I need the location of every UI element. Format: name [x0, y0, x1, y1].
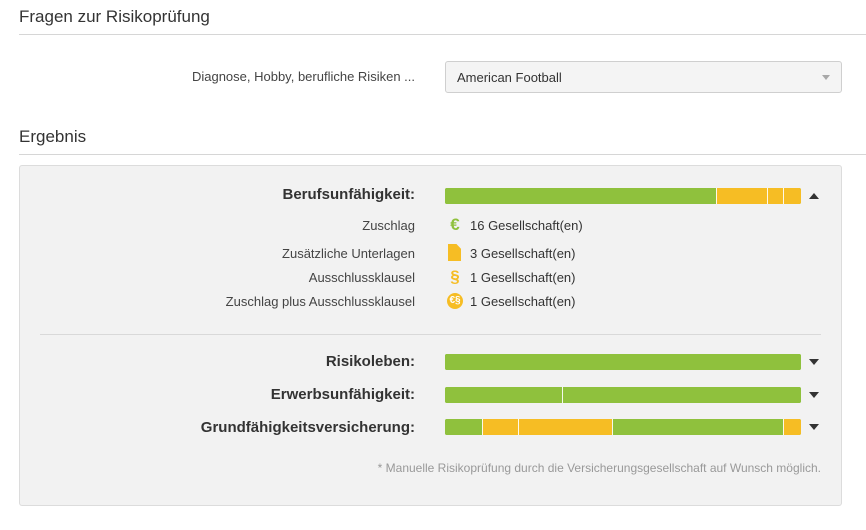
result-bar-erwerbsunfaehigkeit [445, 387, 801, 403]
bar-segment-yellow [715, 188, 768, 204]
bar-segment-green [445, 354, 801, 370]
questions-section-title: Fragen zur Risikoprüfung [19, 7, 210, 26]
result-row-label: Erwerbsunfähigkeit: [270, 386, 415, 403]
euro-paragraph-icon: €§ [447, 293, 463, 309]
result-bar-grundfaehigkeit [445, 419, 801, 435]
questions-divider [19, 34, 866, 35]
result-section-title: Ergebnis [19, 127, 87, 146]
bar-segment-green [445, 419, 483, 435]
result-bar-berufsunfaehigkeit [445, 188, 801, 204]
expand-icon[interactable] [809, 392, 819, 398]
risk-select-value: American Football [457, 70, 562, 85]
risk-field-label: Diagnose, Hobby, berufliche Risiken ... [191, 69, 415, 84]
euro-icon: € [450, 215, 460, 234]
chevron-down-icon [822, 75, 830, 80]
paragraph-icon: § [450, 267, 460, 286]
bar-segment-yellow [783, 419, 801, 435]
bar-segment-yellow [517, 419, 613, 435]
detail-value: 3 Gesellschaft(en) [470, 246, 576, 261]
result-bar-risikoleben [445, 354, 801, 370]
result-divider [19, 154, 866, 155]
footnote: * Manuelle Risikoprüfung durch die Versi… [377, 461, 821, 475]
result-row-label: Grundfähigkeitsversicherung: [200, 419, 415, 436]
detail-value: 16 Gesellschaft(en) [470, 218, 583, 233]
expand-icon[interactable] [809, 359, 819, 365]
expand-icon[interactable] [809, 424, 819, 430]
bar-segment-green [562, 387, 801, 403]
bar-segment-yellow [767, 188, 784, 204]
bar-segment-yellow [482, 419, 518, 435]
bar-segment-green [612, 419, 784, 435]
panel-divider [40, 334, 821, 335]
detail-label: Zuschlag plus Ausschlussklausel [225, 294, 415, 309]
detail-label: Zuschlag [362, 218, 415, 233]
detail-label: Zusätzliche Unterlagen [282, 246, 415, 261]
bar-segment-yellow [783, 188, 801, 204]
result-row-label: Berufsunfähigkeit: [282, 186, 415, 203]
bar-segment-green [445, 387, 563, 403]
result-panel [19, 165, 842, 506]
detail-value: 1 Gesellschaft(en) [470, 294, 576, 309]
detail-label: Ausschlussklausel [308, 270, 415, 285]
collapse-icon[interactable] [809, 193, 819, 199]
bar-segment-green [445, 188, 716, 204]
result-row-label: Risikoleben: [325, 353, 415, 370]
risk-select[interactable]: American Football [445, 61, 842, 93]
detail-value: 1 Gesellschaft(en) [470, 270, 576, 285]
